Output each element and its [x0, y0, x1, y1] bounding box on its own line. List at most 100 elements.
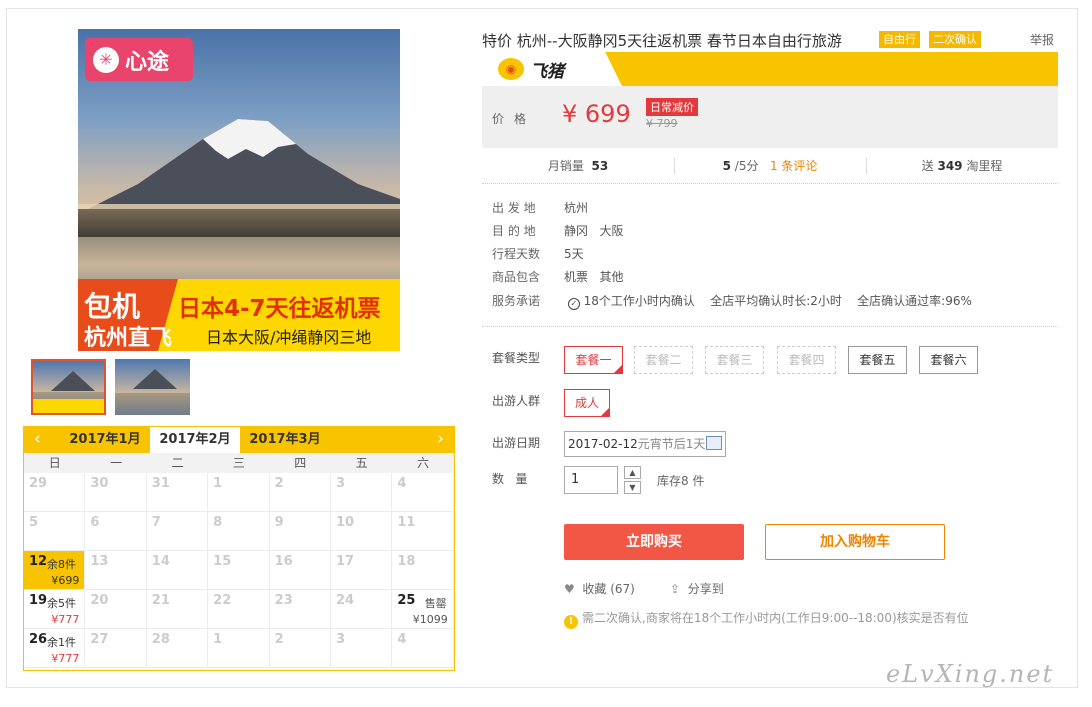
- stats-bar: 月销量 53 5 /5分 1 条评论 送 349 淘里程: [482, 148, 1058, 184]
- check-circle-icon: ✓: [567, 298, 580, 310]
- day-stock: 余5件: [47, 597, 76, 610]
- calendar-day-cell: 4: [392, 473, 454, 512]
- calendar-month-mar[interactable]: 2017年3月: [240, 427, 330, 453]
- day-price: ¥777: [51, 652, 80, 665]
- promo-badge: 日常减价: [646, 98, 698, 116]
- package-option-5[interactable]: 套餐五: [848, 346, 907, 374]
- calendar-month-jan[interactable]: 2017年1月: [60, 427, 150, 453]
- calendar-day-cell: 14: [146, 551, 209, 590]
- calendar-next-icon[interactable]: ›: [437, 429, 444, 449]
- calendar-day-cell: 3: [330, 629, 393, 668]
- calendar-day-cell[interactable]: 12 余8件 ¥699: [24, 551, 86, 590]
- info-depart: 出 发 地杭州: [492, 201, 589, 215]
- pig-icon: ◉: [498, 58, 524, 80]
- calendar-day-cell: 22: [208, 590, 270, 629]
- banner-subline: 日本大阪/冲绳静冈三地: [206, 328, 372, 347]
- day-number: 4: [397, 632, 407, 647]
- calendar-day-cell: 23: [269, 590, 331, 629]
- promo-banner: 包机 杭州直飞 日本4-7天往返机票 日本大阪/冲绳静冈三地: [78, 279, 400, 351]
- package-option-6[interactable]: 套餐六: [919, 346, 978, 374]
- day-number: 23: [274, 593, 293, 608]
- package-option-2[interactable]: 套餐二: [634, 346, 693, 374]
- day-number: 9: [274, 515, 284, 530]
- price-panel: 价格 ¥ 699 日常减价 ¥ 799: [482, 86, 1058, 148]
- weekday-label: 四: [294, 456, 307, 470]
- divider: [482, 326, 1058, 327]
- miles: 送 349 淘里程: [866, 148, 1058, 183]
- thumbnail-1[interactable]: [31, 359, 106, 415]
- calendar-day-cell: 3: [330, 473, 393, 512]
- quantity-down-icon[interactable]: ▼: [624, 481, 641, 494]
- calendar-day-cell: 13: [85, 551, 147, 590]
- day-number: 16: [274, 554, 293, 569]
- calendar-day-cell: 9: [269, 512, 331, 551]
- calendar-day-cell: 1: [208, 473, 270, 512]
- calendar-day-cell: 18: [392, 551, 454, 590]
- quantity-up-icon[interactable]: ▲: [624, 466, 641, 479]
- day-number: 3: [335, 632, 345, 647]
- day-number: 2: [274, 632, 284, 647]
- price-label: 价格: [492, 112, 537, 126]
- weekday-label: 六: [417, 456, 430, 470]
- rating: 5 /5分 1 条评论: [674, 148, 866, 183]
- day-number: 15: [213, 554, 232, 569]
- calendar-week-row: 12 余8件 ¥699 13 14 15 16 17 18: [24, 551, 454, 590]
- calendar-month-feb[interactable]: 2017年2月: [150, 427, 240, 453]
- day-number: 27: [90, 632, 109, 647]
- monthly-sales: 月销量 53: [547, 159, 609, 173]
- package-option-4[interactable]: 套餐四: [777, 346, 836, 374]
- calendar-day-cell: 27: [85, 629, 147, 668]
- reviews-link[interactable]: 1 条评论: [770, 159, 817, 173]
- report-link[interactable]: 举报: [1030, 31, 1054, 48]
- day-number: 12: [29, 554, 48, 569]
- info-includes: 商品包含 机票 其他: [492, 270, 624, 284]
- calendar-day-cell: 24: [330, 590, 393, 629]
- package-label: 套餐类型: [492, 351, 541, 365]
- share-button[interactable]: ⇪ 分享到: [670, 580, 724, 597]
- day-number: 19: [29, 593, 48, 608]
- day-number: 20: [90, 593, 109, 608]
- calendar-day-cell: 11: [392, 512, 454, 551]
- calendar-week-row: 5 6 7 8 9 10 11: [24, 512, 454, 551]
- calendar-day-cell: 29: [24, 473, 86, 512]
- calendar-day-cell[interactable]: 25 售罄 ¥1099: [392, 590, 454, 629]
- package-option-1[interactable]: 套餐一: [564, 346, 623, 374]
- tag-free-travel: 自由行: [879, 31, 920, 48]
- thumbnail-2[interactable]: [115, 359, 190, 415]
- buy-now-button[interactable]: 立即购买: [564, 524, 744, 560]
- calendar-prev-icon[interactable]: ‹: [34, 429, 41, 449]
- calendar-day-cell: 28: [146, 629, 209, 668]
- travel-date-input[interactable]: 2017-02-12元宵节后1天: [564, 431, 726, 457]
- day-number: 18: [397, 554, 416, 569]
- share-icon: ⇪: [670, 582, 681, 596]
- xintu-logo: ✳ 心途: [85, 38, 193, 81]
- calendar-day-cell: 17: [330, 551, 393, 590]
- banner-hangzhou-direct: 杭州直飞: [84, 326, 173, 351]
- package-option-3[interactable]: 套餐三: [705, 346, 764, 374]
- day-number: 14: [151, 554, 170, 569]
- day-number: 1: [213, 632, 223, 647]
- heart-icon: ♥: [564, 582, 575, 596]
- calendar-icon[interactable]: [706, 436, 722, 450]
- calendar-day-cell: 20: [85, 590, 147, 629]
- calendar-day-cell[interactable]: 26 余1件 ¥777: [24, 629, 86, 668]
- day-number: 13: [90, 554, 109, 569]
- weekday-label: 一: [110, 456, 123, 470]
- favorite-button[interactable]: ♥ 收藏 (67): [564, 580, 635, 597]
- day-price: ¥1099: [412, 613, 448, 626]
- day-sold-out: 售罄: [424, 597, 447, 610]
- add-to-cart-button[interactable]: 加入购物车: [765, 524, 945, 560]
- calendar-week-row: 26 余1件 ¥777 27 28 1 2 3 4: [24, 629, 454, 668]
- day-number: 3: [335, 476, 345, 491]
- traveler-adult[interactable]: 成人: [564, 389, 610, 417]
- calendar-day-cell: 10: [330, 512, 393, 551]
- quantity-input[interactable]: 1: [564, 466, 618, 494]
- day-number: 21: [151, 593, 170, 608]
- info-destination: 目 的 地静冈 大阪: [492, 224, 624, 238]
- calendar-day-cell: 7: [146, 512, 209, 551]
- calendar-day-cell[interactable]: 19 余5件 ¥777: [24, 590, 86, 629]
- calendar-day-cell: 21: [146, 590, 209, 629]
- weekday-label: 二: [171, 456, 184, 470]
- watermark: eLvXing.net: [886, 660, 1055, 688]
- calendar-day-cell: 1: [208, 629, 270, 668]
